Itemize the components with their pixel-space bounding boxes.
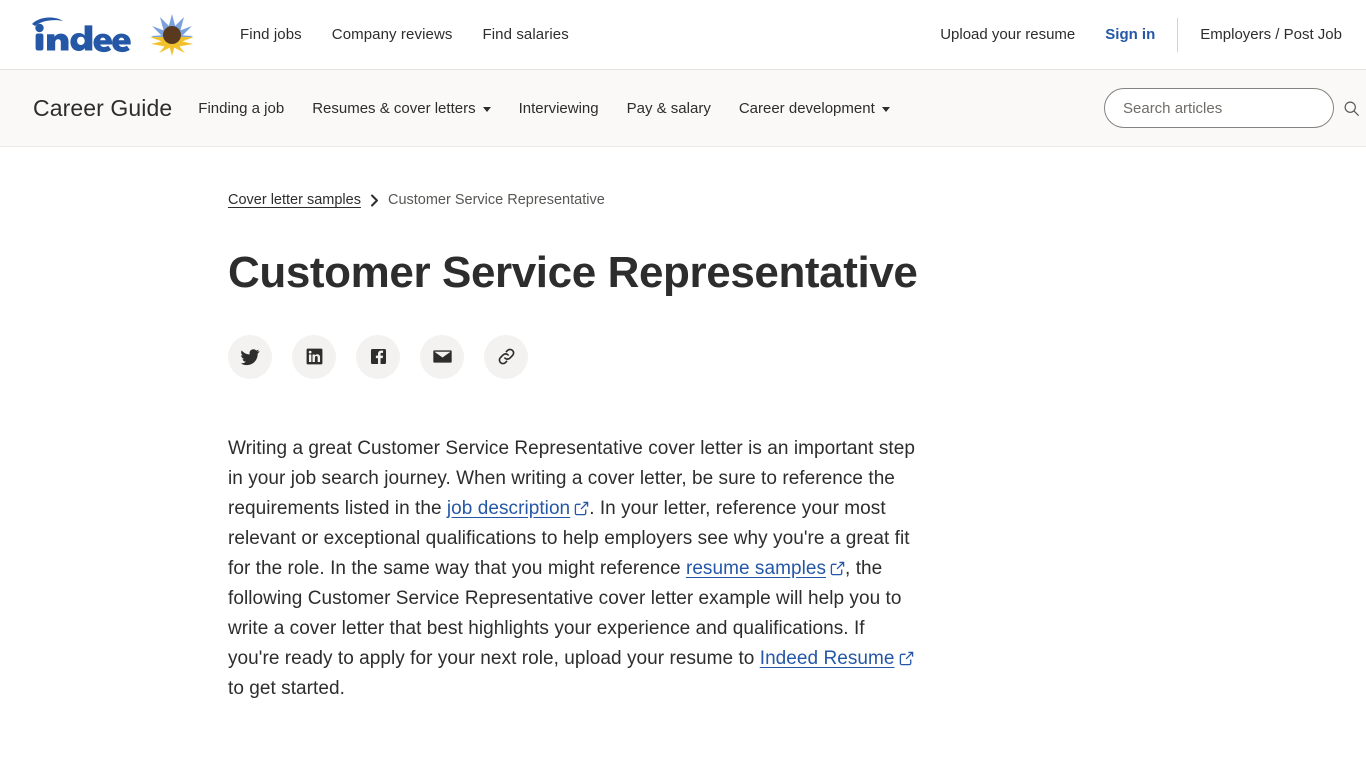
guide-nav-pay-salary[interactable]: Pay & salary bbox=[627, 100, 711, 117]
share-buttons-row bbox=[228, 334, 1366, 379]
guide-nav-label: Resumes & cover letters bbox=[312, 99, 476, 117]
employers-post-job-link[interactable]: Employers / Post Job bbox=[1200, 26, 1342, 43]
brand-zone[interactable] bbox=[28, 11, 196, 59]
breadcrumb-current: Customer Service Representative bbox=[387, 192, 605, 208]
guide-nav-label: Finding a job bbox=[198, 99, 285, 117]
twitter-icon bbox=[240, 348, 260, 365]
indeed-resume-link[interactable]: Indeed Resume bbox=[760, 648, 914, 669]
top-nav-find-salaries[interactable]: Find salaries bbox=[482, 26, 568, 43]
guide-nav-label: Pay & salary bbox=[626, 99, 711, 117]
guide-nav-finding-a-job[interactable]: Finding a job bbox=[198, 100, 284, 117]
chevron-down-icon bbox=[482, 106, 491, 112]
header-divider bbox=[1177, 17, 1179, 52]
share-facebook-button[interactable] bbox=[356, 334, 400, 379]
top-nav-find-jobs[interactable]: Find jobs bbox=[240, 26, 302, 43]
job-description-link-label: job description bbox=[446, 497, 571, 519]
upload-resume-link[interactable]: Upload your resume bbox=[940, 26, 1075, 43]
search-icon bbox=[1344, 101, 1359, 116]
chevron-down-icon bbox=[881, 106, 890, 112]
share-linkedin-button[interactable] bbox=[292, 334, 336, 379]
article-body: Writing a great Customer Service Represe… bbox=[228, 434, 918, 704]
top-nav-company-reviews[interactable]: Company reviews bbox=[332, 26, 453, 43]
body-segment-4: to get started. bbox=[228, 677, 345, 699]
facebook-icon bbox=[370, 349, 386, 365]
guide-nav-label: Interviewing bbox=[518, 99, 599, 117]
share-twitter-button[interactable] bbox=[228, 334, 272, 379]
top-navigation: Find jobs Company reviews Find salaries bbox=[240, 26, 569, 43]
chevron-right-glyph bbox=[370, 194, 378, 206]
share-email-button[interactable] bbox=[420, 334, 464, 379]
top-header: Find jobs Company reviews Find salaries … bbox=[0, 0, 1366, 70]
career-guide-bar: Career Guide Finding a job Resumes & cov… bbox=[0, 70, 1366, 147]
career-guide-navigation: Finding a job Resumes & cover letters In… bbox=[198, 100, 917, 117]
resume-samples-link[interactable]: resume samples bbox=[686, 558, 845, 579]
guide-nav-interviewing[interactable]: Interviewing bbox=[519, 100, 599, 117]
resume-samples-link-label: resume samples bbox=[685, 557, 827, 579]
indeed-resume-link-label: Indeed Resume bbox=[759, 647, 895, 669]
main-content: Cover letter samples Customer Service Re… bbox=[0, 147, 1366, 704]
breadcrumb-parent-link[interactable]: Cover letter samples bbox=[228, 192, 361, 208]
search-area bbox=[1104, 88, 1366, 128]
linkedin-icon bbox=[306, 348, 322, 365]
header-account-area: Upload your resume Sign in Employers / P… bbox=[940, 17, 1342, 52]
breadcrumb: Cover letter samples Customer Service Re… bbox=[228, 192, 1366, 208]
guide-nav-resumes-cover-letters[interactable]: Resumes & cover letters bbox=[312, 99, 491, 117]
page-title: Customer Service Representative bbox=[228, 248, 918, 297]
guide-nav-label: Career development bbox=[738, 99, 875, 117]
email-icon bbox=[432, 350, 452, 363]
search-input[interactable] bbox=[1104, 88, 1334, 128]
chevron-right-icon bbox=[370, 194, 379, 207]
search-button[interactable] bbox=[1343, 100, 1360, 117]
career-guide-title[interactable]: Career Guide bbox=[33, 95, 172, 122]
sunflower-icon bbox=[150, 13, 194, 56]
guide-nav-career-development[interactable]: Career development bbox=[739, 100, 890, 117]
sign-in-link[interactable]: Sign in bbox=[1105, 26, 1155, 43]
external-link-icon bbox=[899, 651, 913, 665]
external-link-icon bbox=[830, 561, 845, 575]
external-link-icon bbox=[574, 501, 589, 515]
share-link-button[interactable] bbox=[484, 334, 528, 379]
job-description-link[interactable]: job description bbox=[447, 498, 589, 519]
link-icon bbox=[498, 348, 514, 365]
indeed-logo[interactable] bbox=[28, 17, 136, 53]
